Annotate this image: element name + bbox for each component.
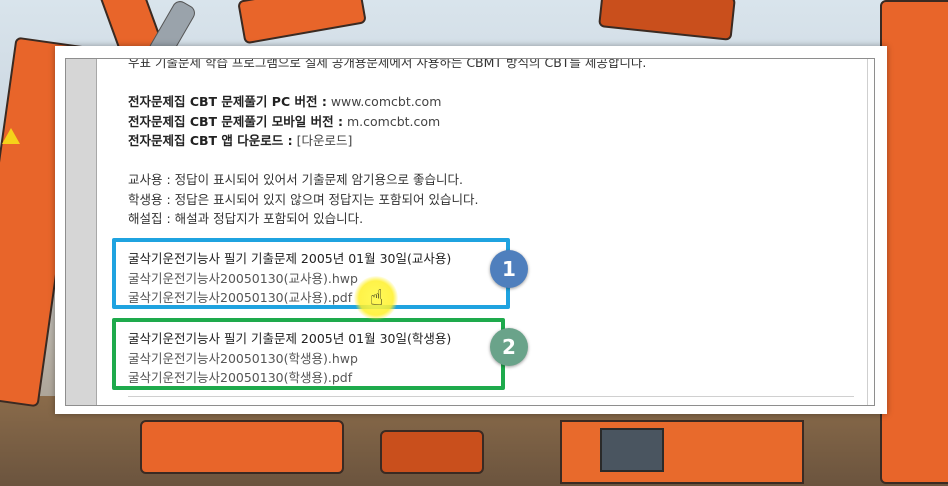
app-download-link[interactable]: [다운로드]: [297, 133, 353, 148]
note-student: 학생용 : 정답은 표시되어 있지 않으며 정답지는 포함되어 있습니다.: [128, 191, 479, 207]
warning-icon: [2, 128, 20, 144]
highlight-box-teacher: [112, 238, 510, 309]
step-badge-1: 1: [490, 250, 528, 288]
cut-off-line: 우표 기출문제 학습 프로그램으로 실제 공개용문제에서 사용하는 CBMT 방…: [128, 58, 647, 70]
hand-pointer-icon: ☝: [370, 286, 384, 311]
link-label: 전자문제집 CBT 앱 다운로드 :: [128, 133, 293, 148]
pc-link[interactable]: www.comcbt.com: [331, 94, 442, 109]
left-gutter: [66, 59, 97, 405]
link-label: 전자문제집 CBT 문제풀기 PC 버전 :: [128, 94, 327, 109]
excavator-track-2: [380, 430, 484, 474]
note-answer-book: 해설집 : 해설과 정답지가 포함되어 있습니다.: [128, 211, 364, 226]
mobile-link[interactable]: m.comcbt.com: [347, 114, 440, 129]
excavator-track: [140, 420, 344, 474]
highlight-box-student: [112, 318, 505, 390]
link-row-app: 전자문제집 CBT 앱 다운로드 : [다운로드]: [128, 131, 854, 151]
excavator-body-right: [880, 0, 948, 484]
link-row-pc: 전자문제집 CBT 문제풀기 PC 버전 : www.comcbt.com: [128, 92, 854, 112]
excavator-boom-mid: [237, 0, 367, 45]
scrollbar[interactable]: [867, 59, 874, 405]
excavator-cab: [560, 420, 804, 484]
content-bottom-border: [128, 396, 854, 405]
step-badge-2: 2: [490, 328, 528, 366]
excavator-boom-right: [598, 0, 736, 41]
note-teacher: 교사용 : 정답이 표시되어 있어서 기출문제 암기용으로 좋습니다.: [128, 172, 463, 187]
link-row-mobile: 전자문제집 CBT 문제풀기 모바일 버전 : m.comcbt.com: [128, 112, 854, 132]
link-label: 전자문제집 CBT 문제풀기 모바일 버전 :: [128, 113, 343, 129]
cab-window: [600, 428, 664, 472]
